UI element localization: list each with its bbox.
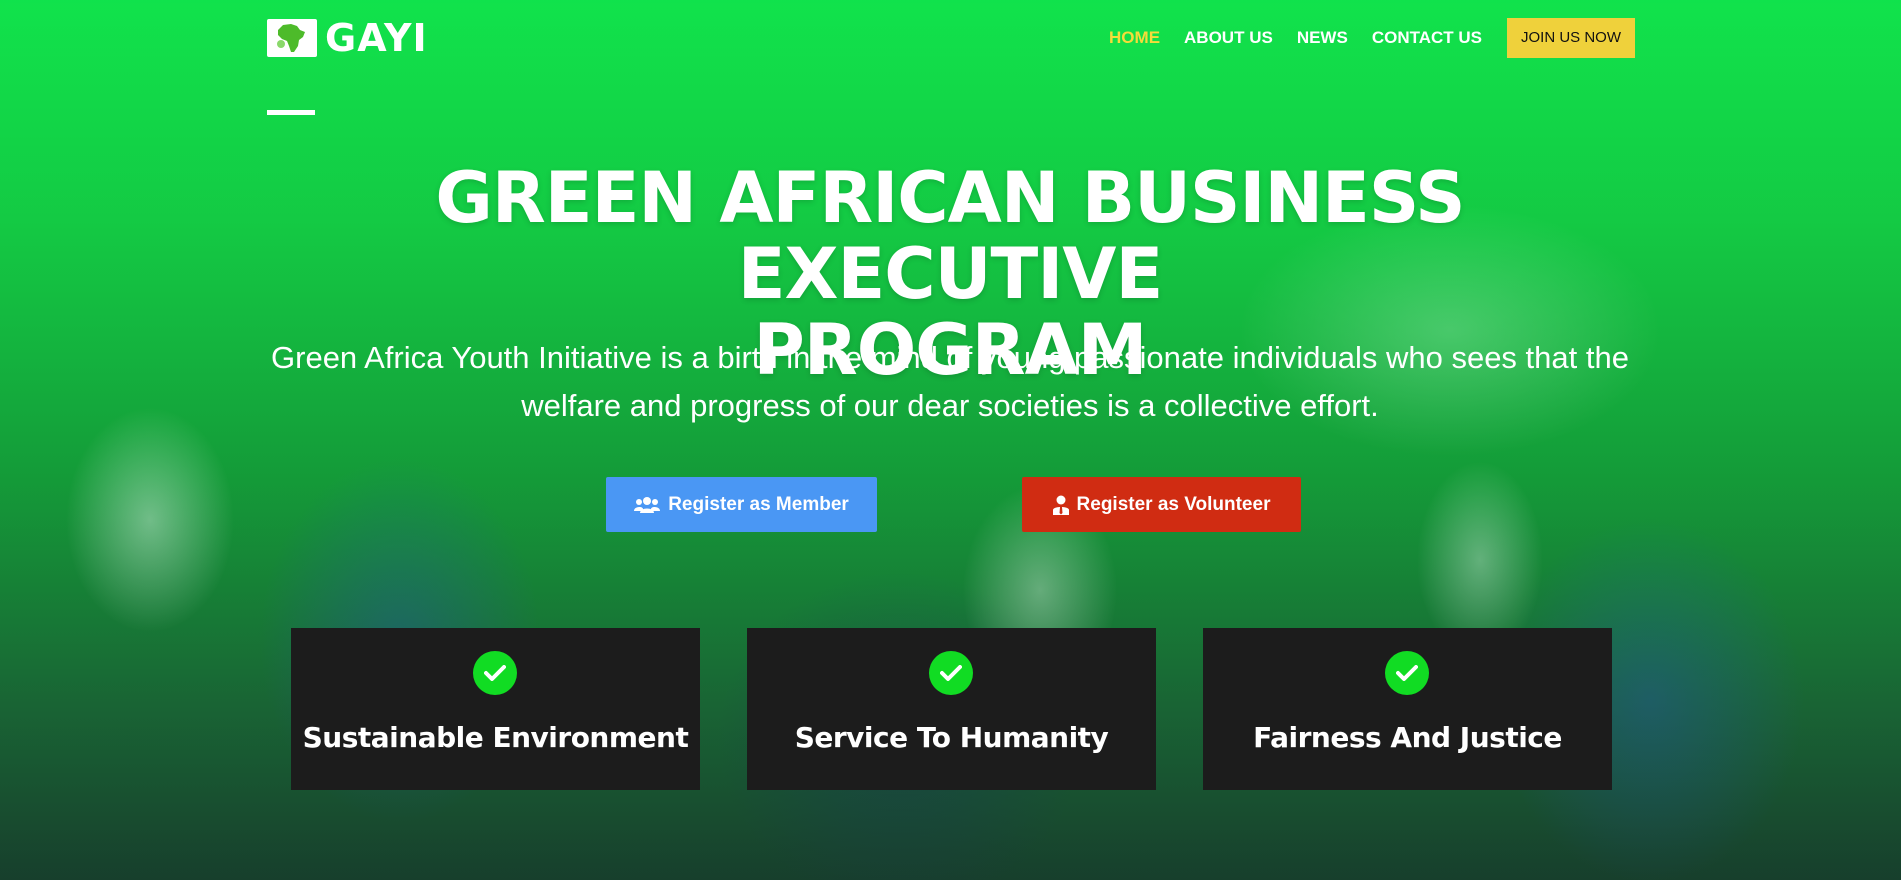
register-member-label: Register as Member [668, 493, 849, 515]
value-card: Sustainable Environment [291, 628, 700, 790]
nav-about-us[interactable]: ABOUT US [1184, 18, 1273, 58]
hero-subtitle-line-1: Green Africa Youth Initiative is a birth… [271, 340, 1629, 375]
check-circle-icon [929, 651, 973, 695]
hero-title-line-1: GREEN AFRICAN BUSINESS EXECUTIVE [435, 157, 1465, 315]
nav-news[interactable]: NEWS [1297, 18, 1348, 58]
value-card-title: Sustainable Environment [302, 721, 689, 754]
site-logo[interactable]: GAYI [267, 19, 428, 57]
check-circle-icon [1385, 651, 1429, 695]
hero-subtitle-line-2: welfare and progress of our dear societi… [521, 388, 1379, 423]
value-card-title: Fairness And Justice [1253, 721, 1562, 754]
user-tie-icon [1052, 495, 1069, 515]
check-circle-icon [473, 651, 517, 695]
users-icon [634, 496, 661, 514]
value-card-title: Service To Humanity [794, 721, 1109, 754]
register-volunteer-button[interactable]: Register as Volunteer [1022, 477, 1301, 532]
logo-text: GAYI [325, 16, 428, 60]
main-nav: HOME ABOUT US NEWS CONTACT US JOIN US NO… [1085, 18, 1635, 58]
nav-home[interactable]: HOME [1109, 18, 1160, 58]
value-card: Service To Humanity [747, 628, 1156, 790]
nav-contact-us[interactable]: CONTACT US [1372, 18, 1482, 58]
value-card: Fairness And Justice [1203, 628, 1612, 790]
register-member-button[interactable]: Register as Member [606, 477, 877, 532]
accent-divider [267, 110, 315, 115]
hero-subtitle: Green Africa Youth Initiative is a birth… [260, 334, 1640, 430]
join-us-now-button[interactable]: JOIN US NOW [1507, 18, 1635, 58]
register-volunteer-label: Register as Volunteer [1076, 493, 1271, 515]
africa-map-icon [267, 19, 317, 57]
